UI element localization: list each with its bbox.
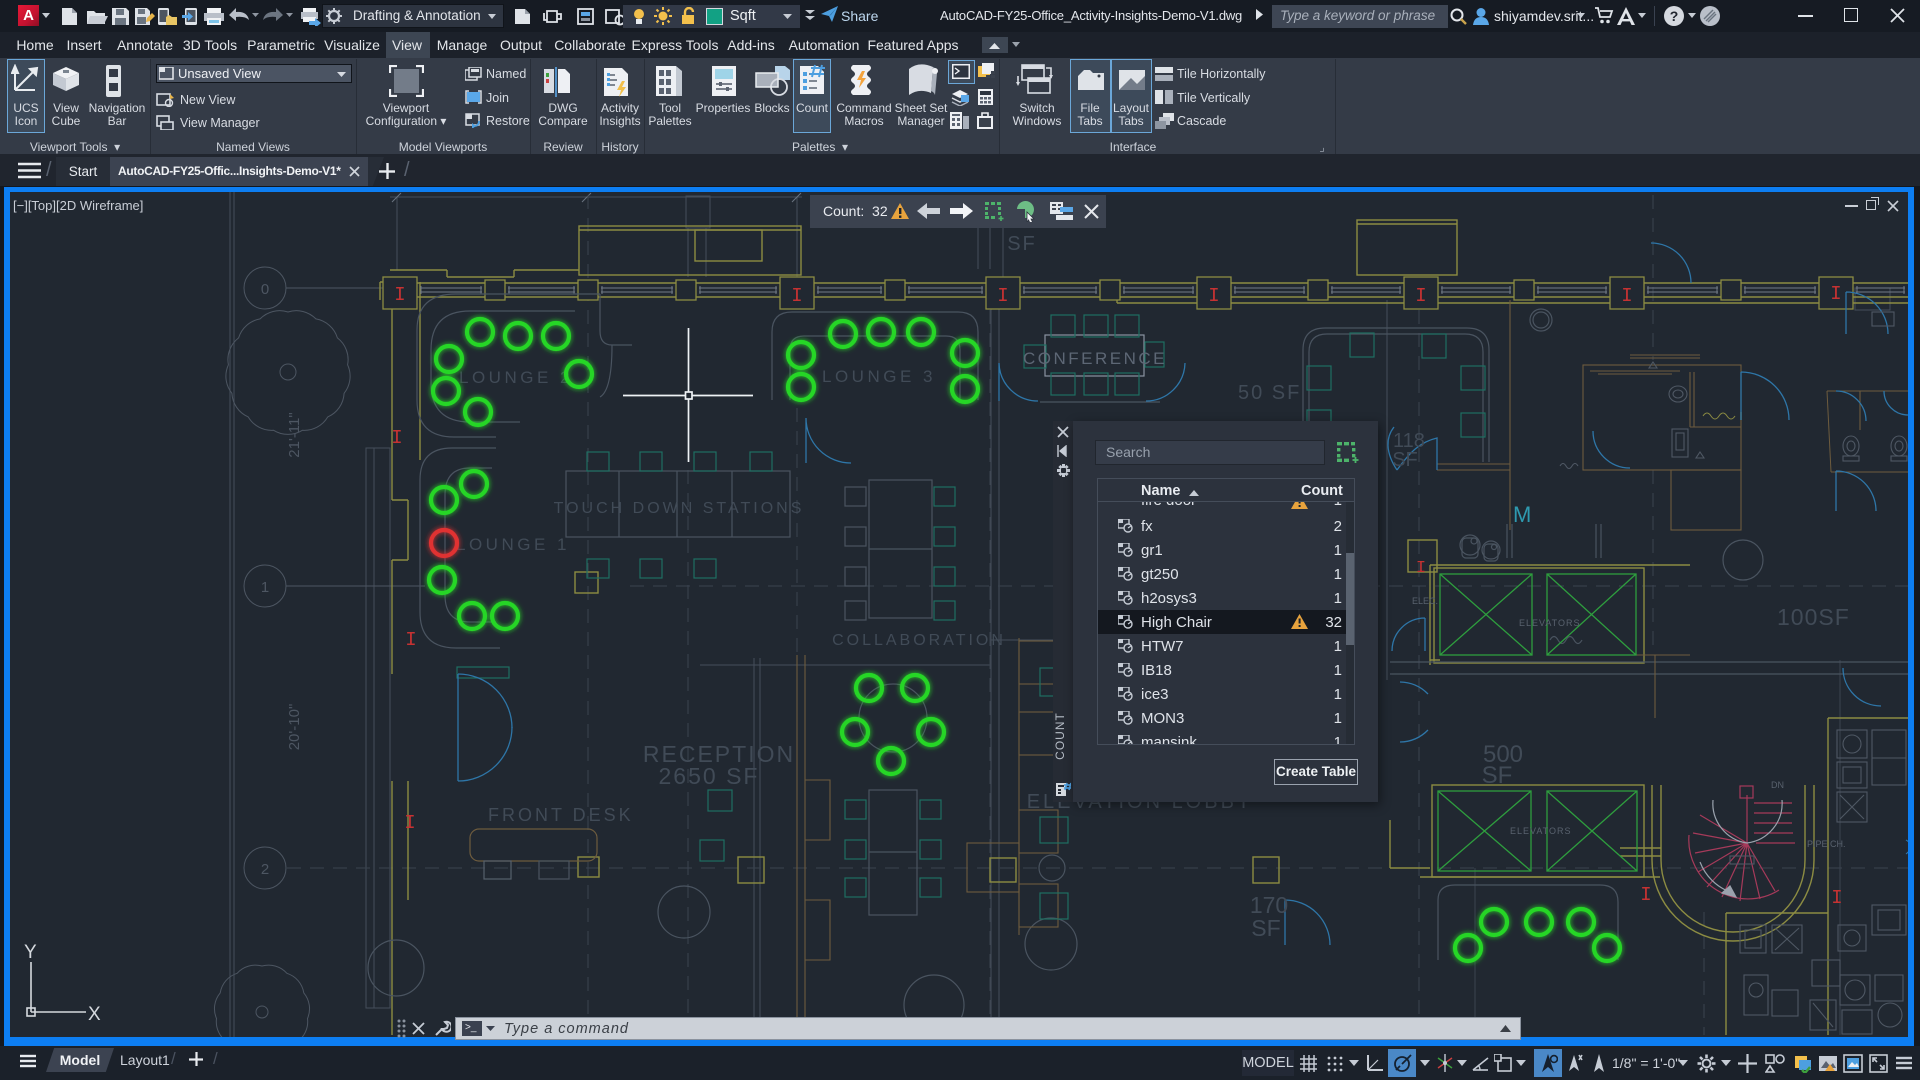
svg-text:I: I: [1415, 285, 1426, 307]
svg-text:ELEVATORS: ELEVATORS: [1519, 618, 1581, 628]
svg-text:LOUNGE 2: LOUNGE 2: [459, 368, 573, 387]
svg-text:M: M: [1513, 502, 1531, 527]
svg-text:LOUNGE 3: LOUNGE 3: [822, 367, 936, 386]
svg-text:TOUCH DOWN STATIONS: TOUCH DOWN STATIONS: [554, 500, 805, 517]
svg-text:I: I: [1416, 559, 1426, 578]
svg-text:I: I: [391, 427, 402, 449]
svg-text:I: I: [997, 285, 1008, 307]
svg-text:21'-11": 21'-11": [286, 412, 303, 457]
svg-text:CONFERENCE: CONFERENCE: [1023, 349, 1167, 368]
svg-text:100SF: 100SF: [1777, 604, 1850, 630]
svg-text:SF: SF: [1392, 449, 1418, 471]
svg-text:0: 0: [261, 281, 269, 298]
svg-text:PIPE CH.: PIPE CH.: [1807, 839, 1846, 849]
svg-text:I: I: [405, 629, 416, 651]
svg-text:SF: SF: [1482, 762, 1513, 789]
svg-text:I: I: [791, 285, 802, 307]
svg-text:1: 1: [261, 579, 269, 596]
svg-text:I: I: [1621, 285, 1632, 307]
svg-text:20'-10": 20'-10": [286, 704, 303, 751]
svg-text:2650 SF: 2650 SF: [659, 763, 760, 789]
svg-text:LOUNGE 1: LOUNGE 1: [456, 535, 570, 554]
svg-text:ELEC.: ELEC.: [1412, 596, 1438, 606]
svg-text:I: I: [1640, 884, 1651, 906]
svg-text:SF: SF: [1007, 233, 1037, 255]
svg-text:COLLABORATION: COLLABORATION: [832, 632, 1006, 649]
svg-text:FRONT DESK: FRONT DESK: [488, 805, 634, 825]
svg-text:DN: DN: [1771, 780, 1784, 790]
svg-text:SF: SF: [1251, 915, 1280, 941]
svg-text:X: X: [88, 1004, 101, 1025]
svg-text:Y: Y: [24, 942, 37, 963]
svg-text:I: I: [394, 284, 405, 306]
svg-text:I: I: [1208, 285, 1219, 307]
svg-text:ELEVATORS: ELEVATORS: [1510, 826, 1572, 836]
svg-text:I: I: [1830, 283, 1841, 305]
svg-text:I: I: [404, 812, 415, 834]
svg-text:2: 2: [261, 861, 269, 878]
svg-text:I: I: [1831, 887, 1842, 909]
svg-text:50 SF: 50 SF: [1238, 382, 1301, 404]
